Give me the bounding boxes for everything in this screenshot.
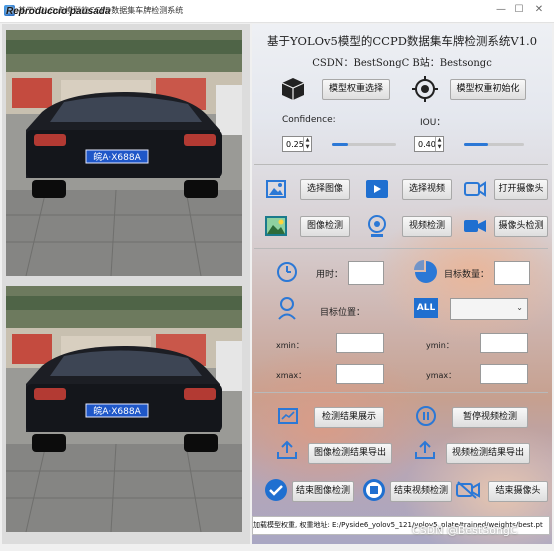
image-panel: 皖A·X688A 皖A·X688A — [2, 24, 250, 544]
xmax-label: xmax： — [276, 371, 307, 380]
open-camera-button[interactable]: 打开摄像头 — [494, 179, 548, 200]
upload-icon — [277, 440, 297, 459]
result-image-view: 皖A·X688A — [6, 286, 242, 532]
confidence-label: Confidence: — [282, 115, 336, 125]
spin-arrows-icon[interactable]: ▲ ▼ — [303, 137, 311, 151]
select-image-button[interactable]: 选择图像 — [300, 179, 350, 200]
original-image-view: 皖A·X688A — [6, 30, 242, 276]
target-position-label: 目标位置： — [320, 308, 366, 318]
end-video-detect-button[interactable]: 结束视频检测 — [390, 481, 452, 502]
xmin-display — [336, 333, 384, 353]
init-target-icon — [412, 76, 438, 102]
plate-number-top: 皖A·X688A — [93, 151, 141, 163]
app-heading: 基于YOLOv5模型的CCPD数据集车牌检测系统V1.0 — [266, 34, 538, 48]
target-select-combobox[interactable]: ⌄ — [450, 298, 528, 320]
iou-label: IOU： — [420, 118, 446, 128]
select-weights-button[interactable]: 模型权重选择 — [322, 79, 390, 100]
playback-paused-overlay: Reproduccio pausada — [6, 6, 111, 17]
chart-line-icon — [278, 408, 298, 424]
end-camera-button[interactable]: 结束摄像头 — [488, 481, 548, 502]
camera-off-icon — [456, 481, 480, 499]
model-cube-icon — [281, 78, 305, 100]
csdn-watermark: CSDN @BestSongC — [412, 524, 518, 537]
confidence-value: 0.25 — [286, 140, 304, 149]
confidence-spinbox[interactable]: 0.25 ▲ ▼ — [282, 136, 312, 152]
pause-icon — [416, 406, 436, 426]
pie-chart-icon — [414, 260, 437, 283]
control-panel: 基于YOLOv5模型的CCPD数据集车牌检测系统V1.0 CSDN：BestSo… — [252, 24, 552, 544]
iou-slider[interactable] — [464, 143, 524, 146]
export-image-results-button[interactable]: 图像检测结果导出 — [308, 443, 392, 464]
pause-video-button[interactable]: 暂停视频检测 — [452, 407, 528, 428]
spin-arrows-icon[interactable]: ▲ ▼ — [435, 137, 443, 151]
clock-icon — [277, 262, 297, 282]
ymax-display — [480, 364, 528, 384]
video-detect-button[interactable]: 视频检测 — [402, 216, 452, 237]
ymax-label: ymax： — [426, 371, 457, 380]
check-circle-icon — [265, 479, 287, 501]
time-label: 用时： — [316, 270, 344, 280]
image-detect-icon — [265, 216, 287, 236]
all-icon: ALL — [414, 298, 438, 318]
ymin-display — [480, 333, 528, 353]
iou-value: 0.40 — [418, 140, 436, 149]
image-detect-button[interactable]: 图像检测 — [300, 216, 350, 237]
xmax-display — [336, 364, 384, 384]
divider — [254, 248, 548, 249]
close-button[interactable]: ✕ — [532, 3, 546, 17]
init-weights-button[interactable]: 模型权重初始化 — [450, 79, 526, 100]
minimize-button[interactable]: — — [494, 3, 508, 17]
confidence-slider[interactable] — [332, 143, 396, 146]
target-count-display — [494, 261, 530, 285]
xmin-label: xmin： — [276, 341, 304, 350]
camera-detect-button[interactable]: 摄像头检测 — [494, 216, 548, 237]
iou-spinbox[interactable]: 0.40 ▲ ▼ — [414, 136, 444, 152]
camera-icon — [464, 181, 486, 197]
author-credits: CSDN：BestSongC B站：Bestsongc — [312, 58, 492, 69]
iou-slider-fill — [464, 143, 488, 146]
target-count-label: 目标数量： — [444, 270, 490, 280]
export-video-results-button[interactable]: 视频检测结果导出 — [446, 443, 530, 464]
webcam-icon — [368, 215, 386, 237]
stop-circle-icon — [363, 479, 385, 501]
video-icon — [366, 180, 388, 198]
select-video-button[interactable]: 选择视频 — [402, 179, 452, 200]
divider — [254, 392, 548, 393]
maximize-button[interactable]: ☐ — [512, 3, 526, 17]
chevron-down-icon: ⌄ — [516, 303, 523, 312]
image-icon — [266, 180, 286, 198]
end-image-detect-button[interactable]: 结束图像检测 — [292, 481, 354, 502]
window-titlebar: 基于YOLOv5模型的CCPD数据集车牌检测系统 Reproduccio pau… — [0, 0, 554, 23]
show-results-button[interactable]: 检测结果展示 — [314, 407, 384, 428]
time-display — [348, 261, 384, 285]
confidence-slider-fill — [332, 143, 348, 146]
location-pin-icon — [278, 297, 296, 320]
ymin-label: ymin： — [426, 341, 454, 350]
camera-detect-icon — [464, 220, 486, 232]
divider — [254, 164, 548, 165]
upload-icon — [415, 440, 435, 459]
plate-number-bottom: 皖A·X688A — [93, 405, 141, 417]
